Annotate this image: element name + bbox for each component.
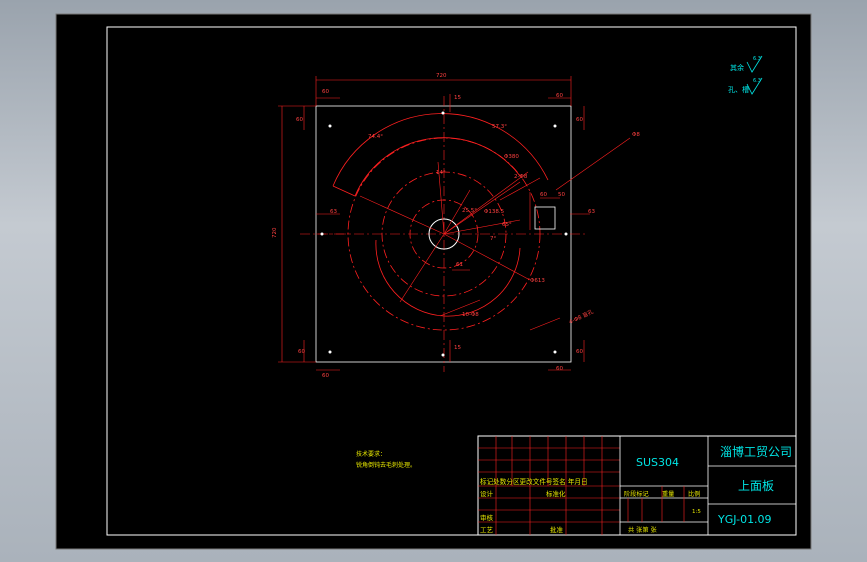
cad-drawing-canvas: 720 720 60 60 60 60 60 60 60 60 15 15 63…: [55, 13, 812, 550]
title-design: 设计: [480, 489, 494, 498]
dim-side-top-left: 60: [322, 89, 329, 95]
dim-dia-138: Φ138.5: [484, 209, 505, 215]
dim-side-bottom-left: 60: [322, 373, 329, 379]
roughness-label-1: 其余: [730, 63, 744, 72]
notes-title: 技术要求：: [356, 450, 386, 458]
title-scale: 比例: [688, 490, 700, 498]
dim-angle-74: 74.4°: [368, 134, 383, 140]
dim-plate-height: 720: [272, 227, 278, 238]
dim-angle-57: 57.3°: [492, 124, 507, 130]
title-approve: 批准: [550, 525, 564, 534]
dim-dia-613: Φ613: [530, 278, 545, 284]
title-part-name: 上面板: [738, 479, 774, 493]
dim-side-top-right: 60: [556, 93, 563, 99]
title-scale-value: 1:5: [692, 509, 701, 515]
title-review: 审核: [480, 513, 494, 522]
dim-angle-14: 14°: [436, 170, 446, 176]
dim-dia-8: Φ8: [632, 132, 640, 138]
dim-slot-offset: 63: [588, 209, 595, 215]
dim-center-bottom: 15: [454, 345, 461, 351]
dim-dia-380: Φ380: [504, 154, 519, 160]
notes-line-1: 锐角倒钝去毛刺处理。: [356, 461, 416, 469]
dim-r-61: 61: [456, 262, 463, 268]
dim-angle-7: 7°: [490, 236, 496, 242]
dim-side-bottom-right: 60: [556, 366, 563, 372]
dim-angle-65: 65°: [502, 222, 512, 228]
dim-edge-left-top: 60: [296, 117, 303, 123]
roughness-label-2: 孔、槽: [728, 85, 749, 94]
dim-edge-right-top: 60: [576, 117, 583, 123]
dim-center-top: 15: [454, 95, 461, 101]
title-process: 工艺: [480, 526, 494, 534]
dim-plate-width: 720: [436, 73, 447, 79]
sheet-outer-border: [55, 13, 812, 550]
title-sheets: 共 张第 张: [628, 526, 657, 534]
dim-edge-right-bottom: 60: [576, 349, 583, 355]
dim-left-offset: 63: [330, 209, 337, 215]
title-drawing-no: YGJ-01.09: [717, 513, 772, 526]
dim-slot-height: 50: [558, 192, 565, 198]
title-standardize: 标准化: [546, 489, 566, 498]
dim-edge-left-bottom: 60: [298, 349, 305, 355]
title-header-row: 标记处数分区更改文件号签名 年月日: [480, 477, 588, 486]
title-stage-mark: 阶段标记: [624, 490, 649, 498]
dim-angle-25: 25.5°: [462, 208, 477, 214]
dim-slot-width: 60: [540, 192, 547, 198]
title-weight: 重量: [662, 490, 674, 498]
dim-holes-10: 10-Φ8: [462, 312, 479, 318]
title-material: SUS304: [636, 456, 679, 469]
dim-holes-2: 2-Φ8: [514, 174, 528, 180]
title-company: 淄博工贸公司: [720, 444, 792, 459]
